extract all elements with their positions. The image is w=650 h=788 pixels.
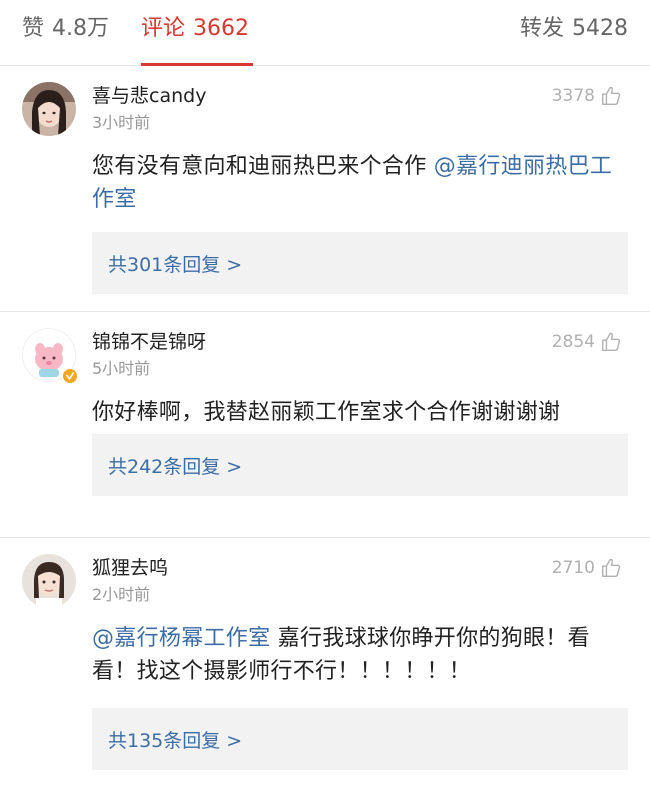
tab-likes-count: 4.8万	[52, 16, 110, 41]
comment-text: 你好棒啊，我替赵丽颖工作室求个合作谢谢谢谢	[92, 396, 630, 429]
view-replies-button[interactable]: 共242条回复 >	[92, 434, 628, 496]
avatar-photo	[22, 82, 76, 136]
tab-likes-label: 赞	[22, 16, 45, 41]
like-button[interactable]: 2710	[552, 555, 622, 581]
like-count: 3378	[551, 86, 595, 106]
verified-badge-icon	[62, 368, 78, 384]
tab-comments-count: 3662	[193, 16, 250, 41]
comment-username[interactable]: 喜与悲candy	[92, 83, 206, 109]
comment-time: 5小时前	[92, 359, 151, 378]
comment-body: 您有没有意向和迪丽热巴来个合作	[92, 154, 434, 179]
comment-username[interactable]: 锦锦不是锦呀	[92, 329, 206, 355]
comment-username[interactable]: 狐狸去呜	[92, 555, 168, 581]
comment-item: 喜与悲candy 3小时前 3378 您有没有意向和迪丽热巴来个合作 @嘉行迪丽…	[0, 66, 650, 312]
comment-text: 您有没有意向和迪丽热巴来个合作 @嘉行迪丽热巴工作室	[92, 150, 630, 216]
comment-time: 3小时前	[92, 113, 151, 132]
comment-text: @嘉行杨幂工作室 嘉行我球球你睁开你的狗眼！看看！找这个摄影师行不行！！！！！！	[92, 622, 630, 688]
thumbs-up-icon	[602, 86, 621, 105]
view-replies-button[interactable]: 共301条回复 >	[92, 232, 628, 294]
comment-time: 2小时前	[92, 585, 151, 604]
avatar[interactable]	[22, 554, 76, 608]
mention-link[interactable]: @嘉行杨幂工作室	[92, 626, 270, 651]
comment-body: 你好棒啊，我替赵丽颖工作室求个合作谢谢谢谢	[92, 400, 561, 425]
view-replies-button[interactable]: 共135条回复 >	[92, 708, 628, 770]
tab-reposts-count: 5428	[572, 16, 628, 41]
avatar[interactable]	[22, 328, 78, 384]
tab-comments-label: 评论	[141, 16, 186, 41]
like-button[interactable]: 2854	[552, 329, 622, 355]
avatar-photo	[22, 554, 76, 608]
tab-reposts-label: 转发	[519, 16, 564, 41]
comment-tabs: 赞 4.8万 评论 3662 转发 5428	[0, 0, 650, 66]
thumbs-up-icon	[602, 558, 621, 577]
tab-likes[interactable]: 赞 4.8万	[22, 14, 109, 44]
comment-item: 狐狸去呜 2小时前 2710 @嘉行杨幂工作室 嘉行我球球你睁开你的狗眼！看看！…	[0, 538, 650, 788]
thumbs-up-icon	[602, 332, 621, 351]
like-button[interactable]: 3378	[552, 83, 622, 109]
like-count: 2710	[551, 558, 595, 578]
tab-reposts[interactable]: 转发 5428	[520, 14, 628, 44]
comment-item: 锦锦不是锦呀 5小时前 2854 你好棒啊，我替赵丽颖工作室求个合作谢谢谢谢 共…	[0, 312, 650, 538]
avatar[interactable]	[22, 82, 76, 136]
like-count: 2854	[551, 332, 595, 352]
tab-comments[interactable]: 评论 3662	[141, 14, 249, 44]
